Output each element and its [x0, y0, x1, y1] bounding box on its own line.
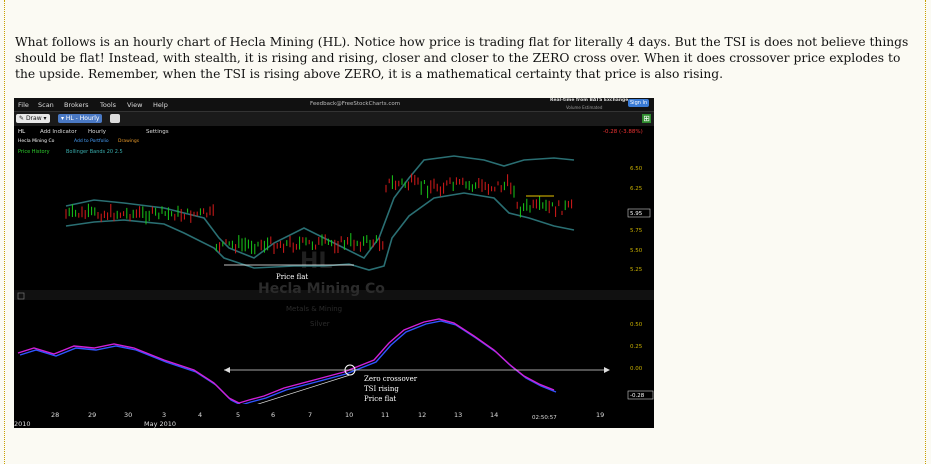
price-axis-label: 6.25 — [630, 186, 643, 192]
price-axis-label: 5.50 — [630, 248, 643, 254]
x-axis-band — [14, 404, 654, 428]
price-axis-label: 6.50 — [630, 166, 643, 172]
zero-line-right-arrow — [604, 367, 610, 373]
x-axis-day: 4 — [198, 411, 202, 419]
x-axis-day: 13 — [454, 411, 462, 419]
x-axis-day: 14 — [490, 411, 498, 419]
chart-canvas: Hecla Mining CoMetals & MiningSilverHLPr… — [14, 155, 654, 428]
x-axis-day: 3 — [162, 411, 166, 419]
ma-line — [19, 320, 557, 406]
bollinger-upper — [65, 155, 575, 260]
tsi-rising-line — [251, 374, 351, 407]
x-axis-day: 19 — [596, 411, 604, 419]
x-axis-day: 12 — [418, 411, 426, 419]
article-paragraph: What follows is an hourly chart of Hecla… — [15, 35, 909, 81]
price-flat-label-2: Price flat — [364, 395, 396, 403]
x-axis-day: 29 — [88, 411, 96, 419]
tsi-axis-label: 0.25 — [630, 344, 643, 350]
x-axis-day: 5 — [236, 411, 240, 419]
x-axis-day: 6 — [271, 411, 275, 419]
x-axis-day: 28 — [51, 411, 59, 419]
price-flat-label: Price flat — [276, 273, 308, 281]
x-axis-day: 7 — [308, 411, 312, 419]
tsi-axis-label: 0.50 — [630, 322, 643, 328]
x-axis-time: 02:50:57 — [532, 415, 557, 421]
watermark-name: Hecla Mining Co — [258, 281, 385, 297]
watermark-ticker: HL — [300, 249, 332, 274]
price-axis-label: 5.95 — [630, 211, 643, 217]
stock-chart-screenshot: File Scan Brokers Tools View Help Feedba… — [14, 98, 654, 428]
x-axis-day: 30 — [124, 411, 132, 419]
tsi-axis-label: -0.28 — [630, 393, 645, 399]
watermark-sector: Metals & Mining — [286, 305, 342, 313]
price-axis-label: 5.75 — [630, 228, 643, 234]
watermark-sub: Silver — [310, 320, 330, 328]
x-axis-day: 11 — [381, 411, 389, 419]
tsi-rising-label: TSI rising — [364, 385, 399, 393]
zero-crossover-label: Zero crossover — [364, 375, 418, 383]
x-axis-year: 2010 — [14, 420, 31, 428]
x-axis-month: May 2010 — [144, 420, 176, 428]
zero-line-left-arrow — [224, 367, 230, 373]
x-axis-day: 10 — [345, 411, 353, 419]
price-axis-label: 5.25 — [630, 267, 643, 273]
tsi-axis-label: 0.00 — [630, 366, 643, 372]
